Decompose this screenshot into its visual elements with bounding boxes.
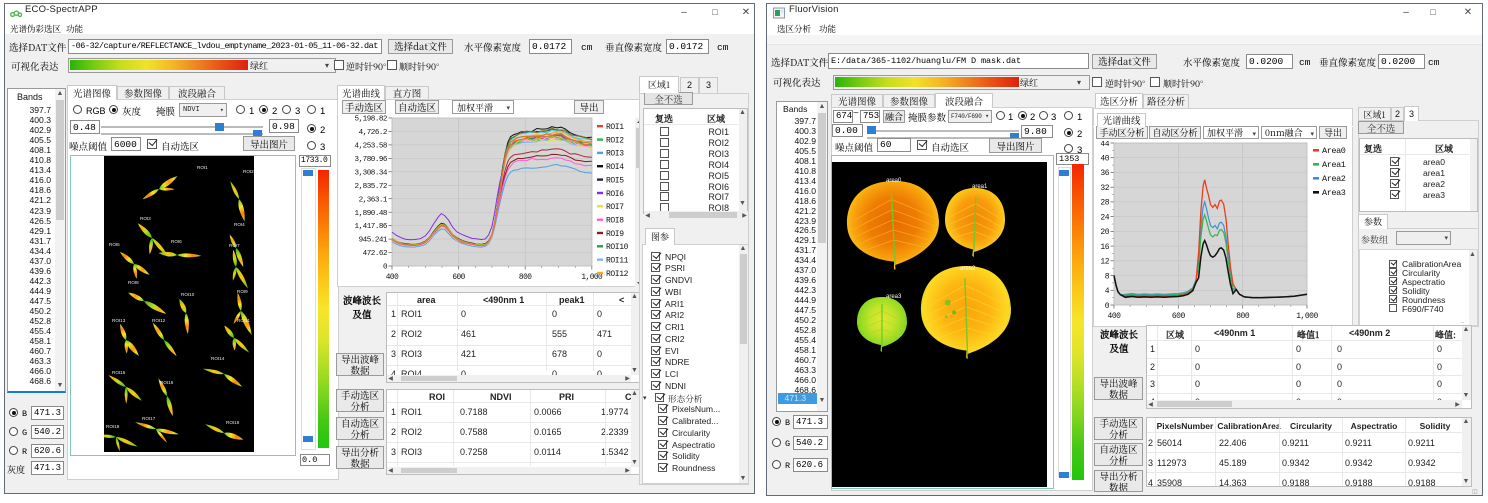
svg-text:472.62: 472.62: [363, 250, 388, 258]
svg-text:area3: area3: [886, 294, 902, 300]
svg-text:ROI17: ROI17: [142, 416, 156, 421]
svg-text:ROI3: ROI3: [140, 216, 151, 221]
svg-text:ROI2: ROI2: [243, 169, 254, 174]
svg-text:2,835.72: 2,835.72: [355, 183, 388, 191]
svg-text:ROI9: ROI9: [606, 230, 624, 239]
svg-text:ROI10: ROI10: [181, 292, 195, 297]
svg-text:ROI5: ROI5: [606, 176, 624, 185]
svg-text:0: 0: [1105, 302, 1110, 311]
svg-text:ROI5: ROI5: [109, 242, 120, 247]
svg-text:ROI12: ROI12: [152, 318, 166, 323]
svg-text:40: 40: [1100, 155, 1109, 164]
svg-text:ROI8: ROI8: [606, 217, 624, 226]
svg-text:945.241: 945.241: [359, 237, 388, 245]
svg-text:3,780.96: 3,780.96: [355, 156, 388, 164]
svg-text:ROI8: ROI8: [128, 280, 139, 285]
svg-text:ROI14: ROI14: [211, 356, 225, 361]
svg-text:32: 32: [1100, 184, 1109, 193]
svg-text:ROI1: ROI1: [197, 165, 208, 170]
svg-text:ROI18: ROI18: [226, 420, 240, 425]
svg-text:ROI4: ROI4: [234, 222, 245, 227]
svg-text:36: 36: [1100, 169, 1109, 178]
svg-text:area0: area0: [886, 178, 902, 184]
svg-text:ROI3: ROI3: [606, 150, 624, 159]
svg-text:ROI11: ROI11: [237, 318, 250, 323]
svg-text:area1: area1: [972, 184, 988, 190]
svg-text:3,308.34: 3,308.34: [355, 169, 388, 177]
svg-text:2,363.1: 2,363.1: [359, 196, 388, 204]
svg-text:44: 44: [1100, 141, 1109, 149]
svg-text:ROI6: ROI6: [606, 190, 624, 199]
svg-text:ROI1: ROI1: [606, 123, 624, 132]
svg-text:Area2: Area2: [1322, 174, 1346, 184]
svg-text:4: 4: [1105, 287, 1110, 296]
svg-text:4,253.58: 4,253.58: [355, 143, 388, 151]
svg-text:12: 12: [1100, 258, 1109, 267]
svg-text:ROI11: ROI11: [606, 257, 629, 266]
svg-text:ROI9: ROI9: [237, 289, 248, 294]
svg-text:800: 800: [519, 274, 532, 282]
svg-text:ROI13: ROI13: [112, 318, 126, 323]
svg-text:Area1: Area1: [1322, 160, 1346, 170]
svg-text:Area3: Area3: [1322, 188, 1346, 198]
svg-text:600: 600: [452, 274, 465, 282]
svg-text:20: 20: [1100, 228, 1109, 237]
svg-text:ROI4: ROI4: [606, 163, 624, 172]
svg-text:ROI19: ROI19: [106, 424, 120, 429]
svg-text:28: 28: [1100, 199, 1109, 208]
svg-text:ROI6: ROI6: [171, 239, 182, 244]
svg-text:1,890.48: 1,890.48: [355, 210, 388, 218]
svg-text:4,726.2: 4,726.2: [359, 129, 388, 137]
svg-text:Area0: Area0: [1322, 146, 1346, 156]
svg-text:ROI2: ROI2: [606, 136, 624, 145]
svg-text:600: 600: [1172, 312, 1186, 321]
svg-text:24: 24: [1100, 213, 1109, 222]
svg-text:16: 16: [1100, 243, 1109, 252]
svg-text:1,000: 1,000: [581, 274, 603, 282]
svg-text:5,198.82: 5,198.82: [355, 116, 388, 124]
svg-text:400: 400: [1108, 312, 1122, 321]
svg-text:area2: area2: [960, 266, 976, 272]
svg-text:ROI12: ROI12: [606, 270, 629, 279]
svg-text:8: 8: [1105, 272, 1110, 281]
svg-text:800: 800: [1236, 312, 1250, 321]
svg-text:1,417.86: 1,417.86: [355, 223, 388, 231]
svg-text:1,000: 1,000: [1296, 312, 1318, 321]
svg-text:ROI15: ROI15: [112, 370, 126, 375]
svg-text:ROI16: ROI16: [160, 380, 174, 385]
svg-text:ROI7: ROI7: [229, 243, 240, 248]
svg-text:0: 0: [383, 264, 388, 272]
svg-text:ROI10: ROI10: [606, 243, 629, 252]
svg-text:ROI7: ROI7: [606, 203, 624, 212]
svg-text:400: 400: [386, 274, 399, 282]
